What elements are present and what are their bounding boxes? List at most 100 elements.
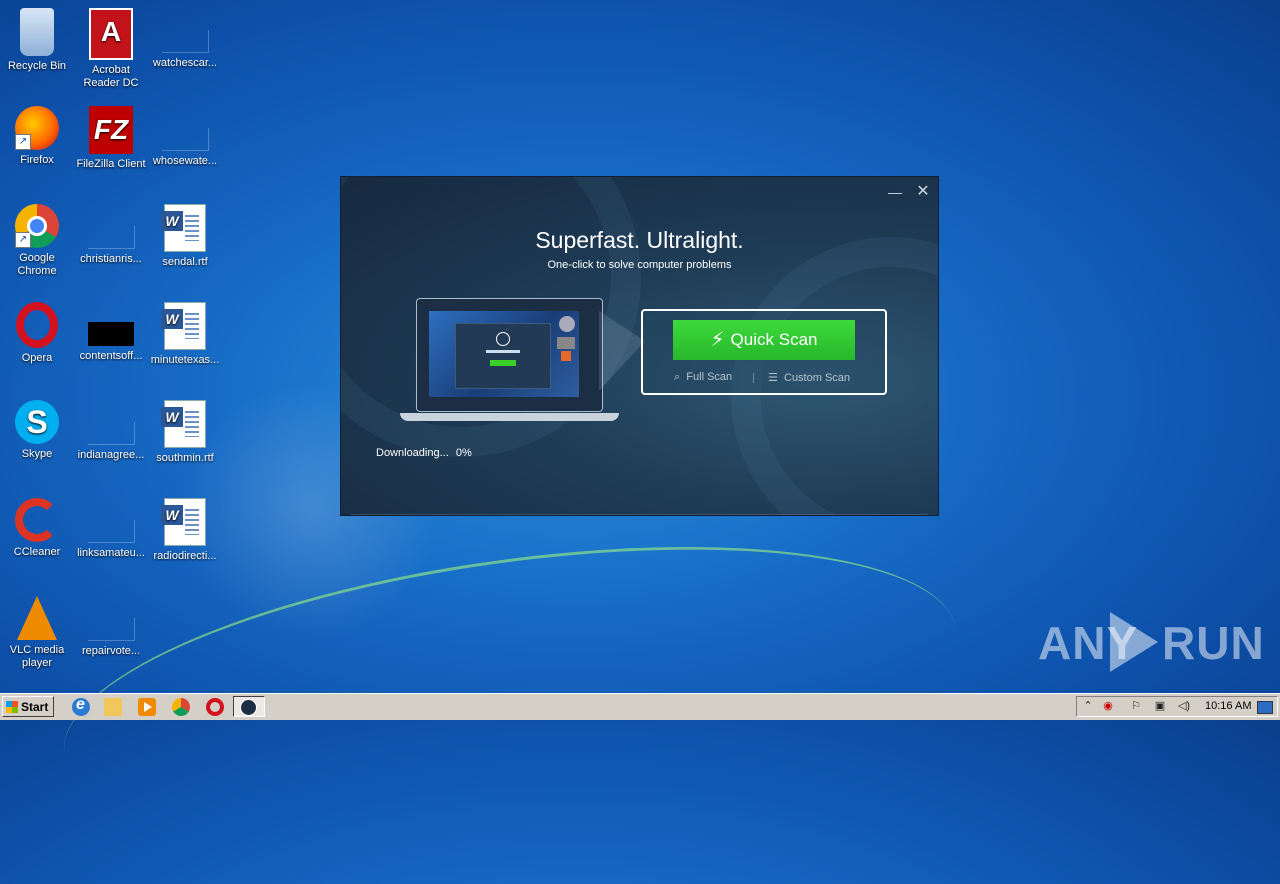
anyrun-watermark: ANY RUN [1038,612,1264,674]
desktop-icon-label: Skype [21,448,53,460]
flag-icon[interactable]: ⚐ [1129,700,1143,713]
chrome-icon[interactable] [172,698,190,716]
desktop-icon-label: FileZilla Client [76,158,146,170]
search-icon: ⌕ [674,371,681,383]
recycle-bin-icon [20,8,54,56]
desktop-icon-acrobat[interactable]: A Acrobat Reader DC [74,8,148,90]
taskbar: Start ⌃ ◉ ⚐ ▣ ◁) 10:16 AM [0,693,1280,720]
desktop-icon-label: Firefox [20,154,54,166]
media-player-icon[interactable] [138,698,156,716]
file-icon [88,322,134,346]
desktop-icon-rtf[interactable]: sendal.rtf [148,204,222,269]
desktop-icon-label: repairvote... [81,645,141,657]
opera-icon [16,302,58,348]
desktop-icon-recycle-bin[interactable]: Recycle Bin [0,8,74,73]
vlc-icon [17,596,57,640]
start-button[interactable]: Start [2,696,54,717]
security-shield-icon[interactable]: ◉ [1101,700,1115,713]
desktop-icon-vlc[interactable]: VLC media player [0,596,74,670]
quick-scan-button[interactable]: ⚡ Quick Scan [673,320,855,360]
custom-scan-link[interactable]: ☰ Custom Scan [768,371,850,384]
desktop-icon-filezilla[interactable]: FZ FileZilla Client [74,106,148,171]
show-desktop-icon[interactable] [1257,701,1273,714]
desktop-icon-file[interactable]: watchescar... [148,8,222,70]
desktop-icon-label: southmin.rtf [156,452,214,464]
clock[interactable]: 10:16 AM [1205,700,1251,712]
desktop-icon-file[interactable]: indianagree... [74,400,148,462]
chrome-icon: ↗ [15,204,59,248]
desktop-icon-file[interactable]: repairvote... [74,596,148,658]
mini-app-window [455,323,551,389]
skype-icon: S [15,400,59,444]
desktop-icon-google-chrome[interactable]: ↗ Google Chrome [0,204,74,278]
windows-logo-icon [6,701,18,713]
minimize-button[interactable]: — [886,183,904,201]
installer-subtitle: One-click to solve computer problems [547,259,732,271]
mini-avatar [559,316,575,332]
desktop-icon-label: VLC media player [9,644,65,669]
opera-icon[interactable] [206,698,224,716]
desktop-icon-label: whosewate... [152,155,218,167]
scan-panel: ⚡ Quick Scan ⌕ Full Scan ☰ Custom Scan [641,309,887,395]
desktop-icon-label: indianagree... [77,449,145,461]
quick-scan-label: Quick Scan [730,330,818,349]
desktop-icon-skype[interactable]: S Skype [0,400,74,461]
file-icon [87,520,135,543]
desktop-icon-label: watchescar... [152,57,218,69]
network-icon[interactable]: ▣ [1153,700,1167,713]
desktop-icon-label: Acrobat Reader DC [83,64,139,89]
chevron-up-icon[interactable]: ⌃ [1081,700,1095,713]
download-status: Downloading... 0% [376,447,472,459]
close-button[interactable]: ✕ [914,183,932,201]
desktop-icon-firefox[interactable]: ↗ Firefox [0,106,74,167]
desktop-icon-ccleaner[interactable]: CCleaner [0,498,74,559]
file-icon [87,422,135,445]
laptop-illustration [416,298,603,412]
laptop-base [400,413,619,421]
download-percent: 0% [455,447,472,459]
desktop-icon-label: CCleaner [13,546,61,558]
ccleaner-icon [15,498,59,542]
start-label: Start [21,700,49,714]
custom-scan-label: Custom Scan [784,372,851,384]
download-status-text: Downloading... [376,447,449,459]
projection-beam [599,311,645,391]
filezilla-icon: FZ [89,106,133,154]
system-tray: ⌃ ◉ ⚐ ▣ ◁) 10:16 AM [1076,696,1278,717]
taskbar-installer-button[interactable] [233,696,265,717]
folder-icon[interactable] [104,698,122,716]
desktop-icon-opera[interactable]: Opera [0,302,74,365]
word-document-icon [161,302,206,350]
word-document-icon [161,400,206,448]
close-icon: ✕ [916,183,930,200]
acrobat-icon: A [89,8,133,60]
mini-tile [561,351,571,361]
desktop-icon-label: linksamateu... [77,547,145,559]
word-document-icon [161,498,206,546]
divider [753,373,754,383]
desktop-icon-rtf[interactable]: radiodirecti... [148,498,222,563]
desktop-icon-file[interactable]: christianris... [74,204,148,266]
internet-explorer-icon[interactable] [72,696,90,716]
desktop-icon-file[interactable]: linksamateu... [74,498,148,560]
download-icon [240,699,257,716]
word-document-icon [161,204,206,252]
mini-scan-button [490,360,516,366]
desktop-icon-label: Recycle Bin [7,60,67,72]
desktop-icon-label: minutetexas... [150,354,220,366]
mini-tile [557,337,575,349]
desktop-icon-rtf[interactable]: minutetexas... [148,302,222,367]
shortcut-arrow-icon: ↗ [15,232,31,248]
desktop-icon-file[interactable]: contentsoff... [74,302,148,363]
desktop-icon-label: Google Chrome [17,252,57,277]
volume-icon[interactable]: ◁) [1177,700,1191,713]
file-icon [87,618,135,641]
desktop-icon-label: radiodirecti... [153,550,217,562]
mini-text [486,350,520,353]
lightning-icon: ⚡ [710,329,725,351]
minimize-icon: — [888,184,902,200]
desktop-icon-file[interactable]: whosewate... [148,106,222,168]
desktop-icon-rtf[interactable]: southmin.rtf [148,400,222,465]
full-scan-label: Full Scan [686,371,733,383]
full-scan-link[interactable]: ⌕ Full Scan [674,371,732,384]
